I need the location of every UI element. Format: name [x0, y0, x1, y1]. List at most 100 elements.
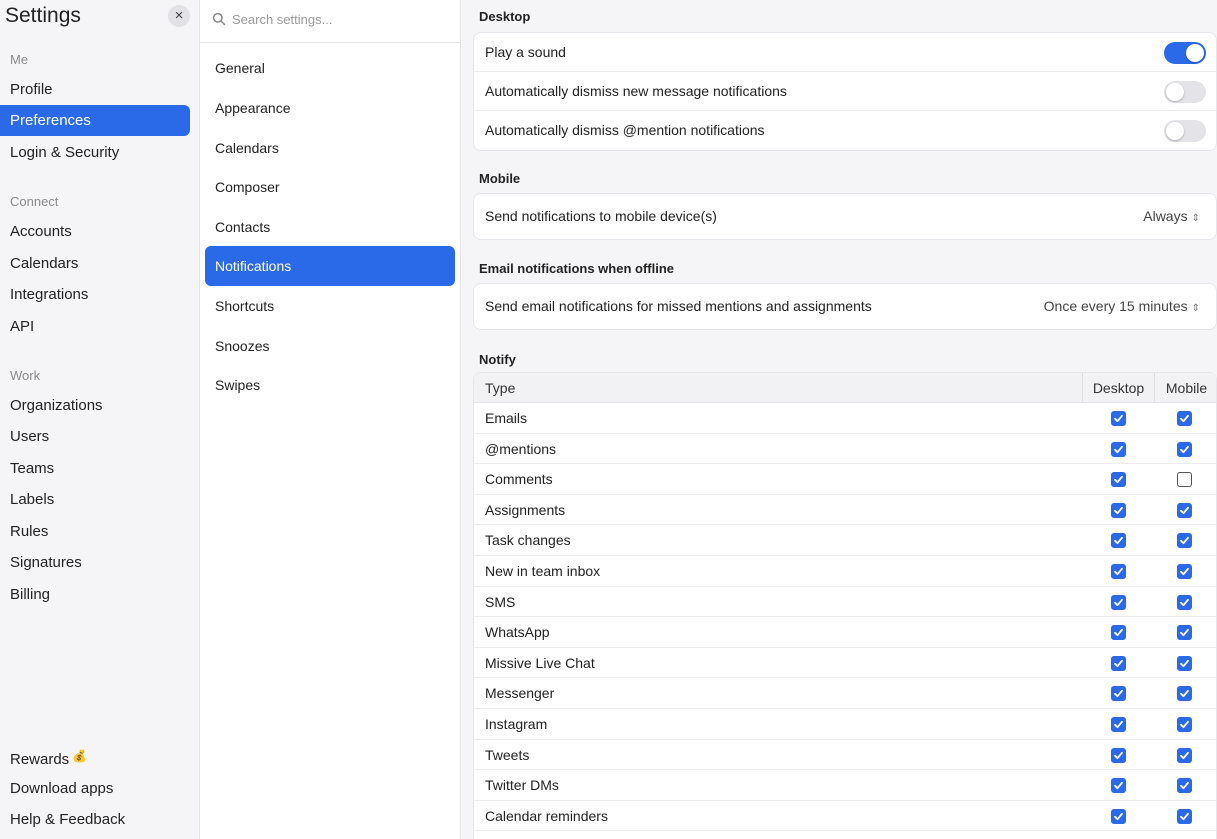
nav-item-appearance[interactable]: Appearance: [205, 88, 455, 128]
desktop-section-title: Desktop: [479, 9, 531, 24]
checkmark-icon: [1114, 598, 1123, 606]
mobile-checkbox[interactable]: [1177, 563, 1192, 579]
notification-type-label: WhatsApp: [485, 624, 550, 641]
checkmark-icon: [1180, 629, 1189, 637]
sidebar-item-rewards[interactable]: Rewards 💰: [0, 741, 190, 772]
setting-row: Automatically dismiss new message notifi…: [474, 72, 1216, 111]
desktop-checkbox[interactable]: [1111, 594, 1126, 610]
section-label-work: Work: [10, 368, 41, 383]
mobile-checkbox[interactable]: [1177, 533, 1192, 549]
settings-title: Settings: [5, 4, 81, 27]
table-header: Type Desktop Mobile: [474, 373, 1216, 403]
nav-item-calendars[interactable]: Calendars: [205, 128, 455, 168]
desktop-checkbox[interactable]: [1111, 808, 1126, 824]
checkmark-icon: [1180, 598, 1189, 606]
email-notifications-label: Send email notifications for missed ment…: [485, 298, 872, 314]
sidebar-item-login-security[interactable]: Login & Security: [0, 137, 190, 168]
desktop-checkbox[interactable]: [1111, 625, 1126, 641]
nav-item-shortcuts[interactable]: Shortcuts: [205, 286, 455, 326]
close-icon[interactable]: ×: [168, 5, 190, 27]
play-sound-toggle[interactable]: [1164, 42, 1206, 64]
sidebar-item-signatures[interactable]: Signatures: [0, 547, 190, 578]
checkmark-icon: [1114, 567, 1123, 576]
search-input[interactable]: [232, 8, 452, 30]
column-header-desktop: Desktop: [1082, 373, 1154, 403]
sidebar-item-teams[interactable]: Teams: [0, 453, 190, 484]
table-row: Twitter DMs: [474, 770, 1216, 801]
desktop-checkbox[interactable]: [1111, 747, 1126, 763]
notify-table: Type Desktop Mobile Emails @mentions Comme…: [473, 372, 1217, 839]
checkmark-icon: [1114, 506, 1123, 514]
desktop-checkbox[interactable]: [1111, 655, 1126, 671]
table-row: Missive Live Chat: [474, 648, 1216, 679]
dismiss-mention-toggle[interactable]: [1164, 120, 1206, 142]
sidebar-item-download-apps[interactable]: Download apps: [0, 773, 190, 804]
mobile-checkbox[interactable]: [1177, 778, 1192, 794]
sidebar-item-users[interactable]: Users: [0, 421, 190, 452]
mobile-checkbox[interactable]: [1177, 411, 1192, 426]
mobile-checkbox[interactable]: [1177, 502, 1192, 518]
section-label-me: Me: [10, 52, 29, 67]
table-row: Tweets: [474, 740, 1216, 771]
mobile-checkbox[interactable]: [1177, 686, 1192, 702]
checkmark-icon: [1180, 567, 1189, 576]
checkmark-icon: [1114, 414, 1123, 423]
checkmark-icon: [1180, 720, 1189, 729]
checkmark-icon: [1114, 782, 1123, 790]
sidebar-item-labels[interactable]: Labels: [0, 484, 190, 515]
sidebar-item-rules[interactable]: Rules: [0, 516, 190, 547]
nav-item-general[interactable]: General: [205, 48, 455, 88]
sidebar-item-billing[interactable]: Billing: [0, 579, 190, 610]
sidebar-item-organizations[interactable]: Organizations: [0, 390, 190, 421]
table-row: [474, 831, 1216, 839]
notification-type-label: @mentions: [485, 440, 557, 457]
nav-item-swipes[interactable]: Swipes: [205, 365, 455, 405]
sidebar-item-help-feedback[interactable]: Help & Feedback: [0, 804, 190, 835]
desktop-checkbox[interactable]: [1111, 441, 1126, 457]
sidebar-item-calendars[interactable]: Calendars: [0, 248, 190, 279]
desktop-checkbox[interactable]: [1111, 778, 1126, 794]
mobile-settings-card: Send notifications to mobile device(s) A…: [473, 193, 1217, 240]
mobile-checkbox[interactable]: [1177, 808, 1192, 824]
desktop-checkbox[interactable]: [1111, 533, 1126, 549]
mobile-checkbox[interactable]: [1177, 594, 1192, 610]
notification-type-label: Instagram: [485, 715, 548, 732]
sidebar-item-accounts[interactable]: Accounts: [0, 216, 190, 247]
mobile-checkbox[interactable]: [1177, 655, 1192, 671]
notification-type-label: New in team inbox: [485, 562, 601, 579]
email-frequency-select[interactable]: Once every 15 minutes ⇕: [1044, 284, 1200, 331]
mobile-notifications-select[interactable]: Always ⇕: [1143, 194, 1200, 241]
nav-item-composer[interactable]: Composer: [205, 167, 455, 207]
desktop-checkbox[interactable]: [1111, 472, 1126, 488]
mobile-checkbox[interactable]: [1177, 441, 1192, 457]
notification-type-label: Assignments: [485, 501, 566, 518]
table-row: Emails: [474, 403, 1216, 434]
desktop-checkbox[interactable]: [1111, 411, 1126, 426]
mobile-notifications-label: Send notifications to mobile device(s): [485, 208, 717, 224]
desktop-checkbox[interactable]: [1111, 716, 1126, 732]
email-settings-card: Send email notifications for missed ment…: [473, 283, 1217, 330]
nav-item-contacts[interactable]: Contacts: [205, 207, 455, 247]
setting-row: Play a sound: [474, 33, 1216, 72]
dismiss-mention-label: Automatically dismiss @mention notificat…: [485, 122, 765, 138]
checkmark-icon: [1114, 720, 1123, 729]
desktop-checkbox[interactable]: [1111, 563, 1126, 579]
search-bar: [200, 0, 460, 43]
dismiss-new-message-toggle[interactable]: [1164, 81, 1206, 103]
notification-type-label: Tweets: [485, 746, 530, 763]
mobile-checkbox[interactable]: [1177, 472, 1192, 488]
mobile-checkbox[interactable]: [1177, 625, 1192, 641]
table-row: Instagram: [474, 709, 1216, 740]
sidebar-item-preferences[interactable]: Preferences: [0, 105, 190, 136]
mobile-checkbox[interactable]: [1177, 716, 1192, 732]
email-section-title: Email notifications when offline: [479, 261, 675, 276]
nav-item-notifications[interactable]: Notifications: [205, 246, 455, 286]
desktop-checkbox[interactable]: [1111, 502, 1126, 518]
sidebar-item-integrations[interactable]: Integrations: [0, 279, 190, 310]
mobile-checkbox[interactable]: [1177, 747, 1192, 763]
table-row: New in team inbox: [474, 556, 1216, 587]
nav-item-snoozes[interactable]: Snoozes: [205, 326, 455, 366]
sidebar-item-api[interactable]: API: [0, 311, 190, 342]
desktop-checkbox[interactable]: [1111, 686, 1126, 702]
sidebar-item-profile[interactable]: Profile: [0, 74, 190, 105]
